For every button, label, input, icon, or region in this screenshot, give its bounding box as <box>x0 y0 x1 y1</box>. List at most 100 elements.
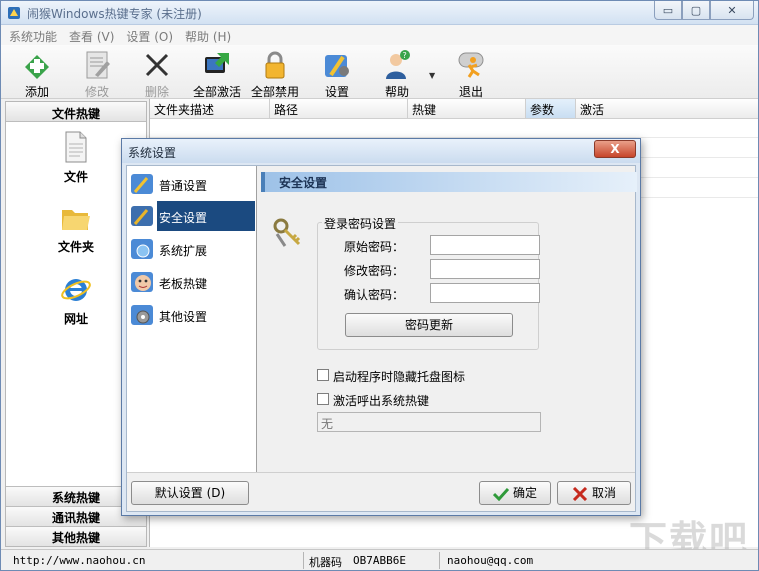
general-settings-icon <box>131 174 153 194</box>
activate-hotkey-label: 激活呼出系统热键 <box>333 394 430 408</box>
settings-dialog: 系统设置 X 普通设置 安全设置 系统扩展 老板热键 其他设置 安全设置 登录密… <box>121 138 641 516</box>
status-bar: http://www.naohou.cn 机器码 OB7ABB6E naohou… <box>1 549 758 570</box>
help-dropdown-icon[interactable]: ▼ <box>429 71 435 80</box>
activate-all-icon <box>205 53 229 73</box>
delete-x-icon <box>145 53 169 77</box>
status-machine-code: OB7ABB6E <box>353 554 406 567</box>
edit-document-icon <box>86 51 110 79</box>
internet-explorer-icon <box>61 279 91 301</box>
delete-label: 删除 <box>144 85 169 99</box>
disable-all-button[interactable]: 全部禁用 <box>247 47 303 99</box>
nav-general-label: 普通设置 <box>159 179 208 193</box>
svg-text:?: ? <box>403 51 407 60</box>
modify-password-input[interactable] <box>430 259 540 279</box>
add-label: 添加 <box>24 85 49 99</box>
security-settings-icon <box>131 206 153 226</box>
menu-view[interactable]: 查看 (V) <box>67 25 120 45</box>
maximize-icon: ▢ <box>690 3 702 17</box>
delete-button[interactable]: 删除 <box>129 47 185 99</box>
activate-all-label: 全部激活 <box>192 85 241 99</box>
dialog-title-bar: 系统设置 X <box>122 139 640 163</box>
lock-icon <box>265 51 285 79</box>
settings-button[interactable]: 设置 <box>309 47 365 99</box>
close-button[interactable]: ✕ <box>710 1 754 20</box>
close-icon: X <box>610 142 620 156</box>
confirm-password-label: 确认密码： <box>344 288 405 302</box>
add-button[interactable]: 添加 <box>9 47 65 99</box>
hide-tray-checkbox[interactable] <box>317 369 329 381</box>
column-header-params[interactable]: 参数 <box>526 99 576 119</box>
password-settings-group: 登录密码设置 原始密码： 修改密码： 确认密码： 密码更新 <box>317 215 540 350</box>
system-hotkey-field[interactable]: 无 <box>317 412 541 432</box>
app-logo-icon <box>8 7 20 19</box>
menu-help[interactable]: 帮助 (H) <box>183 25 237 45</box>
status-separator <box>439 552 440 569</box>
keys-icon <box>273 218 301 247</box>
security-settings-pane: 安全设置 登录密码设置 原始密码： 修改密码： 确认密码： 密码更新 启动程序时… <box>257 166 637 472</box>
toolbar: 添加 修改 删除 全部激活 全部禁用 设置 ? 帮助 ▼ 退出 <box>1 45 758 99</box>
close-icon: ✕ <box>727 3 737 17</box>
help-person-icon: ? <box>386 50 410 79</box>
modify-button[interactable]: 修改 <box>69 47 125 99</box>
status-separator <box>303 552 304 569</box>
tab-other-hotkey[interactable]: 其他热键 <box>6 526 146 546</box>
minimize-button[interactable]: ▭ <box>654 1 682 20</box>
confirm-password-input[interactable] <box>430 283 540 303</box>
settings-label: 设置 <box>324 85 349 99</box>
column-header-path[interactable]: 路径 <box>270 99 408 119</box>
activate-hotkey-checkbox[interactable] <box>317 393 329 405</box>
menu-system[interactable]: 系统功能 <box>7 25 63 45</box>
nav-boss-label: 老板热键 <box>159 277 208 291</box>
help-label: 帮助 <box>384 85 409 99</box>
cancel-label: 取消 <box>591 486 616 500</box>
column-header-description[interactable]: 文件夹描述 <box>150 99 270 119</box>
disable-all-label: 全部禁用 <box>250 85 299 99</box>
exit-button[interactable]: 退出 <box>443 47 499 99</box>
nav-system-extension[interactable]: 系统扩展 <box>127 233 257 265</box>
checkmark-icon <box>492 487 509 501</box>
nav-security-settings[interactable]: 安全设置 <box>127 200 257 232</box>
nav-security-label: 安全设置 <box>157 201 255 231</box>
modify-label: 修改 <box>84 85 109 99</box>
boss-face-icon <box>131 272 153 292</box>
cancel-button[interactable]: 取消 <box>557 481 631 505</box>
ok-button[interactable]: 确定 <box>479 481 551 505</box>
menu-settings[interactable]: 设置 (O) <box>124 25 179 45</box>
minimize-icon: ▭ <box>662 3 674 17</box>
menu-bar: 系统功能 查看 (V) 设置 (O) 帮助 (H) <box>1 25 758 45</box>
column-header-active[interactable]: 激活 <box>576 99 758 119</box>
add-icon <box>25 55 49 79</box>
folder-icon <box>62 210 90 230</box>
nav-other-label: 其他设置 <box>159 310 208 324</box>
column-header-hotkey[interactable]: 热键 <box>408 99 526 119</box>
exit-label: 退出 <box>458 85 483 99</box>
ok-label: 确定 <box>512 486 537 500</box>
hide-tray-label: 启动程序时隐藏托盘图标 <box>333 370 466 384</box>
original-password-label: 原始密码： <box>344 240 405 254</box>
window-title: 闹猴Windows热键专家 (未注册) <box>27 7 202 21</box>
activate-all-button[interactable]: 全部激活 <box>189 47 245 99</box>
modify-password-label: 修改密码： <box>344 264 405 278</box>
file-icon <box>65 131 87 163</box>
dialog-close-button[interactable]: X <box>594 140 636 158</box>
dialog-body: 普通设置 安全设置 系统扩展 老板热键 其他设置 安全设置 登录密码设置 原始密… <box>126 165 637 512</box>
nav-extension-label: 系统扩展 <box>159 244 208 258</box>
dialog-footer: 默认设置 (D) 确定 取消 <box>127 472 635 511</box>
nav-boss-hotkey[interactable]: 老板热键 <box>127 266 257 298</box>
original-password-input[interactable] <box>430 235 540 255</box>
status-machine-code-label: 机器码 <box>309 556 342 569</box>
status-website: http://www.naohou.cn <box>13 554 146 567</box>
help-button[interactable]: ? 帮助 <box>369 47 425 99</box>
system-extension-icon <box>131 239 153 259</box>
nav-general-settings[interactable]: 普通设置 <box>127 168 257 200</box>
dialog-title: 系统设置 <box>128 146 177 160</box>
tab-file-hotkey[interactable]: 文件热键 <box>6 102 146 122</box>
nav-other-settings[interactable]: 其他设置 <box>127 299 257 331</box>
update-password-button[interactable]: 密码更新 <box>345 313 513 337</box>
maximize-button[interactable]: ▢ <box>682 1 710 20</box>
default-settings-button[interactable]: 默认设置 (D) <box>131 481 249 505</box>
exit-running-icon <box>458 52 484 78</box>
section-title: 安全设置 <box>261 172 637 192</box>
settings-tools-icon <box>325 55 349 77</box>
cancel-x-icon <box>572 486 588 501</box>
